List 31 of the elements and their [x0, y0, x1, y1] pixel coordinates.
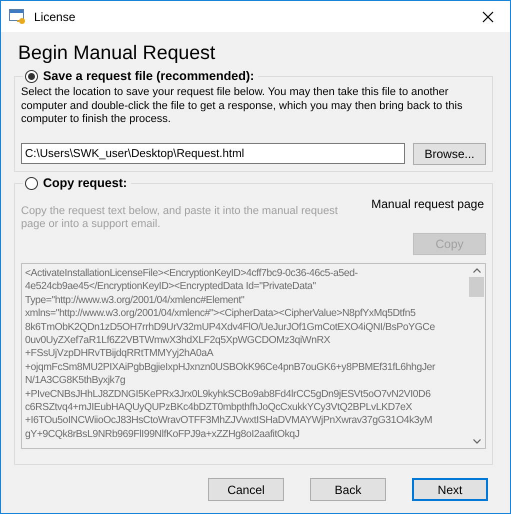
window-title: License	[34, 8, 76, 26]
text-line: +FSsUjVzpDHRvTBijdqRRtTMMYyj2hA0aA	[25, 347, 214, 361]
scroll-up-icon[interactable]	[472, 268, 480, 273]
text-line: +ojqmFcSm8MU2PIXAiPgbBgjieIxpHJxnzn0USBOkK96Ce4pnB7ouGK6+y8PBMEf31fL6hhgJer	[25, 360, 436, 374]
text-line: gY+9CQk8rBsL9NRb969FlI99NlfKoFPJ9a+xZZHg8oI2aafitOkqJ	[25, 428, 301, 442]
path-field[interactable]: C:\Users\SWK_user\Desktop\Request.html	[21, 143, 405, 164]
text-line: <ActivateInstallationLicenseFile><EncryptionKeyID>4cff7bc9-0c36-46c5-a5ed-	[25, 266, 359, 280]
option-label: Copy request:	[43, 176, 128, 191]
dialog-button[interactable]: Back	[310, 478, 386, 501]
option-label: Save a request file (recommended):	[43, 69, 254, 84]
text-line: +I6TOu5oINCWiioOcJ83HsCtoWravOTFF3MhZJVwxtISHaDVMAYWjPnXwrav37gG31O4k3yM	[25, 414, 434, 428]
dialog-button[interactable]: Next	[412, 478, 488, 501]
text-line: 0uv0UyZXef7aR1Lf6Z2VBTWmwX3hdXLF2q5XpWGCDOMz3qiWnRX	[25, 334, 332, 348]
text-line: 4e524cb9ae45</EncryptionKeyID><EncryptedData Id="PrivateData"	[25, 280, 317, 294]
text-line: +PIveCNBsJHhLJ8ZDNGI5KePRx3Jrx0L9kyhkSCBo9ab8Fd4lrCC5gDn9jESVt5oO7vN2VI0D6	[25, 388, 432, 401]
browse-button[interactable]: Browse...	[413, 142, 486, 165]
description-text: Select the location to save your request file below. You may then take this file to another computer and double-click the file to get a response, which you may then bring back to this computer to finish the process.	[21, 86, 464, 127]
scroll-thumb[interactable]	[469, 276, 484, 297]
description-text: Copy the request text below, and paste it into the manual request page or into a support email.	[21, 204, 339, 232]
text-line: N/1A3CG8K5thByxjk7g	[25, 374, 126, 388]
radio-button[interactable]	[25, 70, 38, 84]
close-icon[interactable]	[482, 10, 494, 23]
app-icon	[9, 8, 27, 24]
text-line: 8k6TmObK2QDn1zD5OH7rrhD9UrV32mUP4Xdv4FlO/UeJurJOf1GmCotEXO4iQNI/BsPoYGCe	[25, 320, 436, 334]
dialog-button[interactable]: Cancel	[208, 478, 284, 501]
text-line: c6RSZtvq4+mJIEubHAQUyQUPzBKc4bDZT0mbpthfhJoQcCxukkYCy3VtQ2BPLvLKD7eX	[25, 400, 413, 414]
request-text-area[interactable]	[21, 262, 486, 449]
text-line: Type="http://www.w3.org/2001/04/xmlenc#Element"	[25, 294, 246, 308]
scroll-down-icon[interactable]	[472, 438, 480, 444]
text-line: xmlns="http://www.w3.org/2001/04/xmlenc#"><CipherData><CipherValue>N8pfYxMq5Dtfn5	[25, 307, 416, 321]
page-heading: Begin Manual Request	[18, 42, 216, 66]
